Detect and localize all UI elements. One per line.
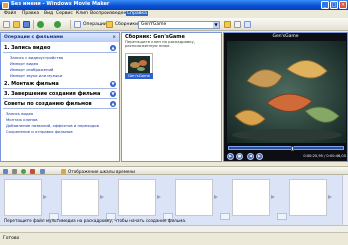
save-project-icon[interactable] <box>23 21 30 28</box>
status-text: Готово <box>3 236 20 241</box>
clip-preview-image <box>128 56 150 73</box>
stop-icon[interactable]: ■ <box>236 153 243 160</box>
arrow-icon <box>157 195 161 199</box>
collections-icon <box>106 21 113 28</box>
storyboard-toolbar: Отображение шкалы времени <box>0 166 348 175</box>
collection-subtitle: Перетащите клип на раскадровку, располож… <box>125 39 195 49</box>
new-collection-folder-icon[interactable] <box>234 21 241 28</box>
open-project-icon[interactable] <box>13 21 20 28</box>
rewind-storyboard-icon[interactable] <box>30 169 35 174</box>
playback-controls: ▶ ■ ◀ ▶ 0:00:25,95 / 0:00:46,05 <box>227 152 346 161</box>
timecode: 0:00:25,95 / 0:00:46,05 <box>303 154 346 158</box>
narrate-timeline-icon[interactable] <box>40 169 45 174</box>
collection-pane: Сборник: Gen'sGame Перетащите клип на ра… <box>121 32 222 162</box>
movie-maker-app-icon <box>2 1 9 9</box>
operations-icon <box>74 21 81 28</box>
menu-file[interactable]: Файл <box>4 11 16 16</box>
collections-button[interactable]: Сборники <box>115 22 138 27</box>
maximize-button[interactable]: □ <box>330 1 338 9</box>
minimize-button[interactable]: _ <box>321 1 329 9</box>
toolbar-separator <box>70 20 71 29</box>
collection-dropdown-value: GenYGame <box>141 21 167 27</box>
prev-frame-icon[interactable]: ◀ <box>247 153 254 160</box>
seek-bar-thumb[interactable] <box>291 146 295 151</box>
play-icon[interactable]: ▶ <box>227 153 234 160</box>
link-tip-titles-effects[interactable]: Добавление названий, эффектов и переходо… <box>6 123 99 128</box>
close-pane-icon[interactable]: × <box>112 35 116 40</box>
arrow-icon <box>271 195 275 199</box>
preview-video-frame <box>227 41 346 143</box>
redo-icon[interactable] <box>54 21 61 28</box>
undo-icon[interactable] <box>37 21 44 28</box>
show-timeline-button[interactable]: Отображение шкалы времени <box>68 169 135 174</box>
menu-clip[interactable]: Клип <box>76 11 88 16</box>
divider <box>3 108 117 109</box>
storyboard-icon[interactable] <box>3 169 8 174</box>
storyboard-slot[interactable] <box>232 179 270 216</box>
show-timeline-icon[interactable] <box>61 169 66 174</box>
section-edit-movie[interactable]: 2. Монтаж фильма <box>4 81 59 87</box>
vertical-scrollbar[interactable] <box>342 175 348 225</box>
arrow-icon <box>214 195 218 199</box>
chevron-down-icon[interactable]: ▼ <box>110 91 116 97</box>
section-capture-video[interactable]: 1. Запись видео <box>4 45 50 51</box>
storyboard: Перетащите файл мультимедиа на раскадров… <box>0 175 348 225</box>
next-frame-icon[interactable]: ▶ <box>256 153 263 160</box>
movie-tasks-pane: Операции с фильмами × 1. Запись видео ▲ … <box>0 32 120 162</box>
arrow-icon <box>43 195 47 199</box>
title-bar: Без имени - Windows Movie Maker _ □ × <box>0 0 348 10</box>
storyboard-hint: Перетащите файл мультимедиа на раскадров… <box>4 218 187 223</box>
section-movie-tips[interactable]: Советы по созданию фильмов <box>4 101 92 107</box>
arrow-icon <box>100 195 104 199</box>
up-folder-icon[interactable] <box>224 21 231 28</box>
divider <box>3 52 117 53</box>
chevron-up-icon[interactable]: ▲ <box>110 45 116 51</box>
link-tip-capture-video[interactable]: Запись видео <box>6 111 33 116</box>
storyboard-slot[interactable] <box>61 179 99 216</box>
storyboard-slot[interactable] <box>4 179 42 216</box>
collection-dropdown[interactable]: GenYGame ▼ <box>138 20 220 29</box>
toolbar: Операции Сборники GenYGame ▼ <box>0 18 348 31</box>
chevron-down-icon[interactable]: ▼ <box>110 81 116 87</box>
divider <box>3 98 117 99</box>
clip-thumbnail[interactable]: Gen'sGame <box>125 53 153 79</box>
chevron-down-icon: ▼ <box>213 21 219 28</box>
menu-help[interactable]: Справка <box>126 11 148 16</box>
storyboard-slot[interactable] <box>118 179 156 216</box>
storyboard-slot[interactable] <box>175 179 213 216</box>
new-project-icon[interactable] <box>3 21 10 28</box>
link-tip-save-send[interactable]: Сохранение и отправка фильмов <box>6 129 73 134</box>
seek-bar[interactable] <box>228 146 344 151</box>
menu-tools[interactable]: Сервис <box>56 11 73 16</box>
status-bar: Готово <box>0 232 348 245</box>
views-icon[interactable] <box>244 21 251 28</box>
link-capture-from-device[interactable]: Запись с видеоустройства <box>10 55 63 60</box>
window-title: Без имени - Windows Movie Maker <box>11 1 110 7</box>
toolbar-separator <box>33 20 34 29</box>
preview-monitor: Gen'sGame ▶ ■ ◀ ▶ 0:00:25,95 / 0:00:46,0… <box>223 32 348 162</box>
menu-edit[interactable]: Правка <box>22 11 39 16</box>
link-import-video[interactable]: Импорт видео <box>10 61 38 66</box>
play-storyboard-icon[interactable] <box>21 169 26 174</box>
divider <box>3 88 117 89</box>
menu-bar: Файл Правка Вид Сервис Клип Воспроизведе… <box>0 10 348 18</box>
section-finish-movie[interactable]: 3. Завершение создания фильма <box>4 91 100 97</box>
clip-label: Gen'sGame <box>125 73 153 79</box>
close-button[interactable]: × <box>339 1 347 9</box>
chevron-up-icon[interactable]: ▲ <box>110 101 116 107</box>
horizontal-scrollbar[interactable] <box>0 225 348 232</box>
tasks-pane-title: Операции с фильмами <box>4 35 63 40</box>
link-tip-edit-clips[interactable]: Монтаж клипов <box>6 117 37 122</box>
set-audio-levels-icon[interactable] <box>12 169 17 174</box>
arrow-icon <box>328 195 332 199</box>
storyboard-slot[interactable] <box>289 179 327 216</box>
menu-view[interactable]: Вид <box>44 11 53 16</box>
tasks-pane-header: Операции с фильмами × <box>1 33 119 42</box>
preview-title: Gen'sGame <box>272 34 299 39</box>
operations-button[interactable]: Операции <box>83 22 107 27</box>
link-import-pictures[interactable]: Импорт изображений <box>10 67 53 72</box>
link-import-audio[interactable]: Импорт звука или музыки <box>10 73 62 78</box>
